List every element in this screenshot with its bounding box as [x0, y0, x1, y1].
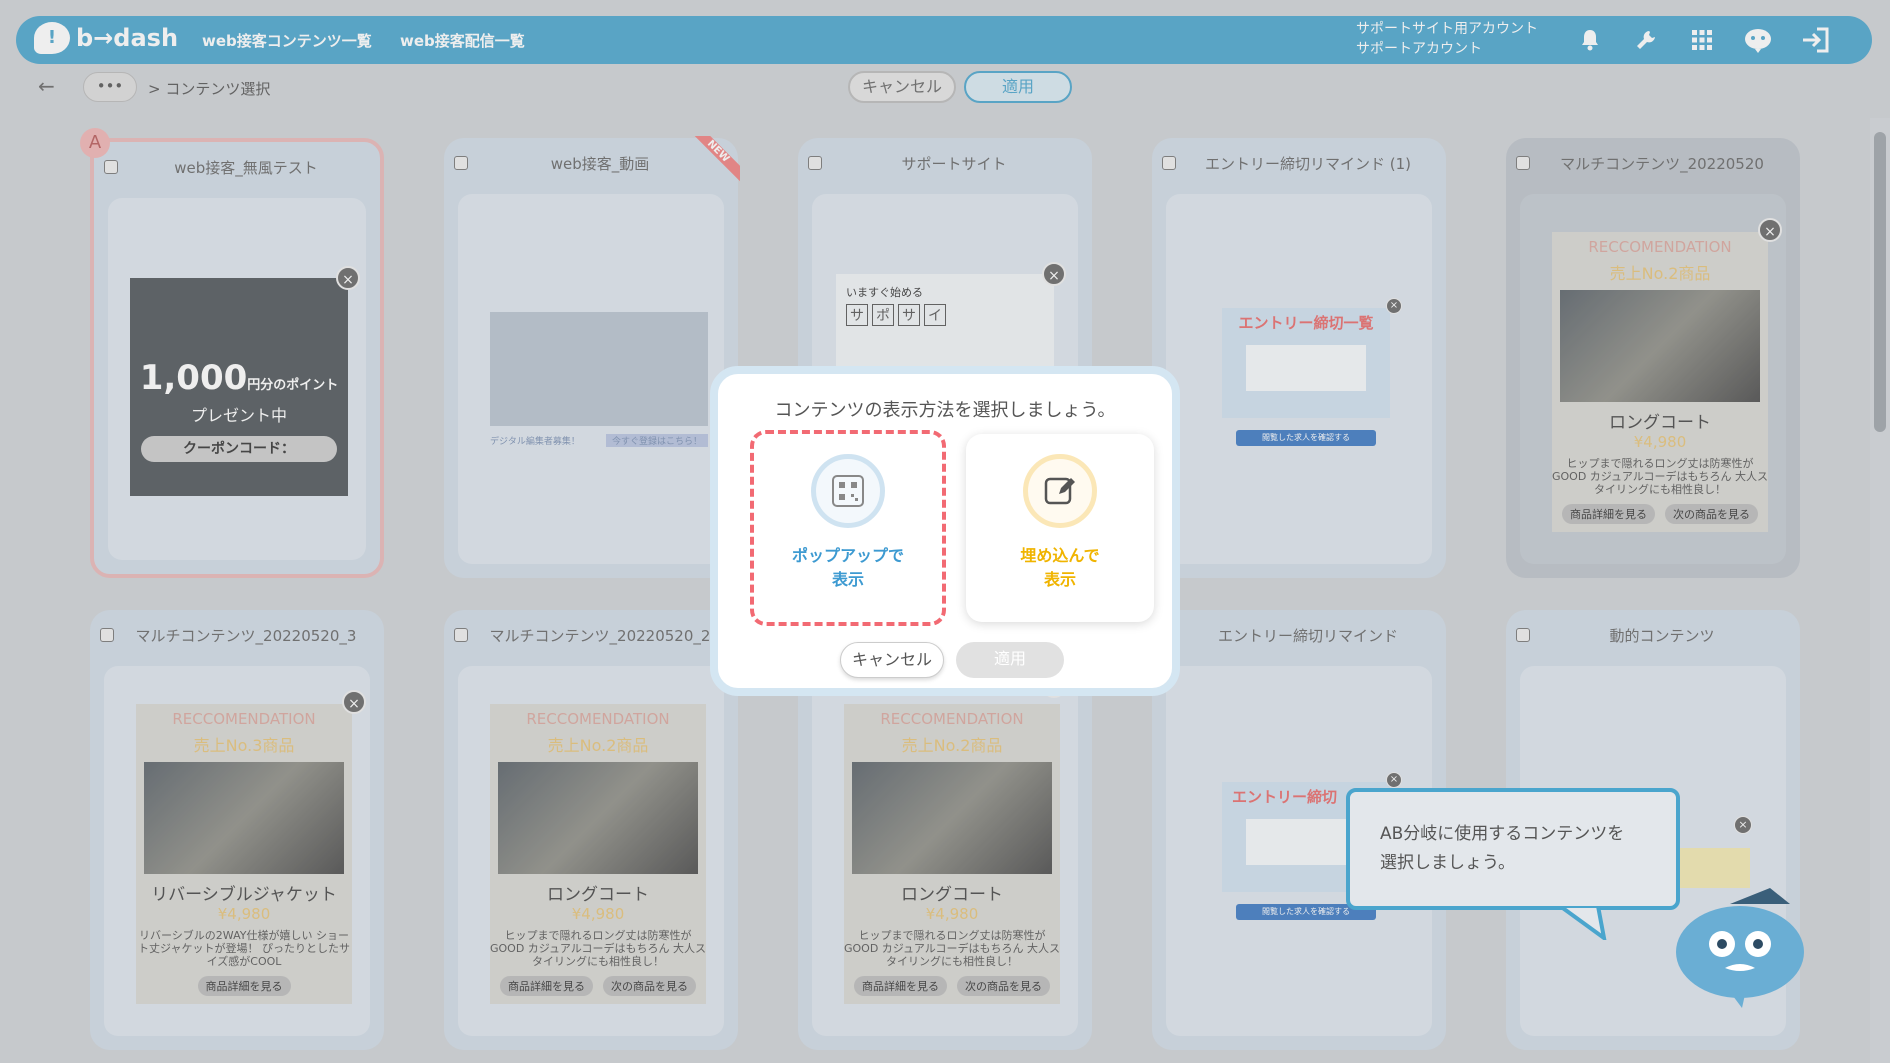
- qr-icon: [811, 454, 885, 528]
- edit-icon: [1023, 454, 1097, 528]
- display-method-modal: コンテンツの表示方法を選択しましょう。 ポップアップで 表示 埋め込んで 表示 …: [710, 366, 1180, 696]
- scrollbar-thumb[interactable]: [1874, 132, 1886, 432]
- page-scrollbar[interactable]: [1870, 118, 1890, 1063]
- modal-apply-button[interactable]: 適用: [956, 642, 1064, 678]
- popup-option-label: ポップアップで: [791, 546, 904, 565]
- modal-cancel-button[interactable]: キャンセル: [840, 642, 944, 678]
- modal-title: コンテンツの表示方法を選択しましょう。: [774, 400, 1116, 421]
- embed-option-label-2: 表示: [1043, 570, 1076, 589]
- tooltip-tail-icon: [1560, 906, 1607, 940]
- popup-option-label-2: 表示: [831, 570, 864, 589]
- tooltip-line2: 選択しましょう。: [1380, 853, 1515, 873]
- mascot-icon: [1670, 880, 1810, 1010]
- tooltip-line1: AB分岐に使用するコンテンツを: [1380, 824, 1625, 844]
- embed-option[interactable]: 埋め込んで 表示: [966, 434, 1154, 622]
- embed-option-label: 埋め込んで: [1020, 546, 1100, 565]
- popup-option[interactable]: ポップアップで 表示: [750, 430, 946, 626]
- guide-tooltip: AB分岐に使用するコンテンツを 選択しましょう。: [1346, 788, 1680, 910]
